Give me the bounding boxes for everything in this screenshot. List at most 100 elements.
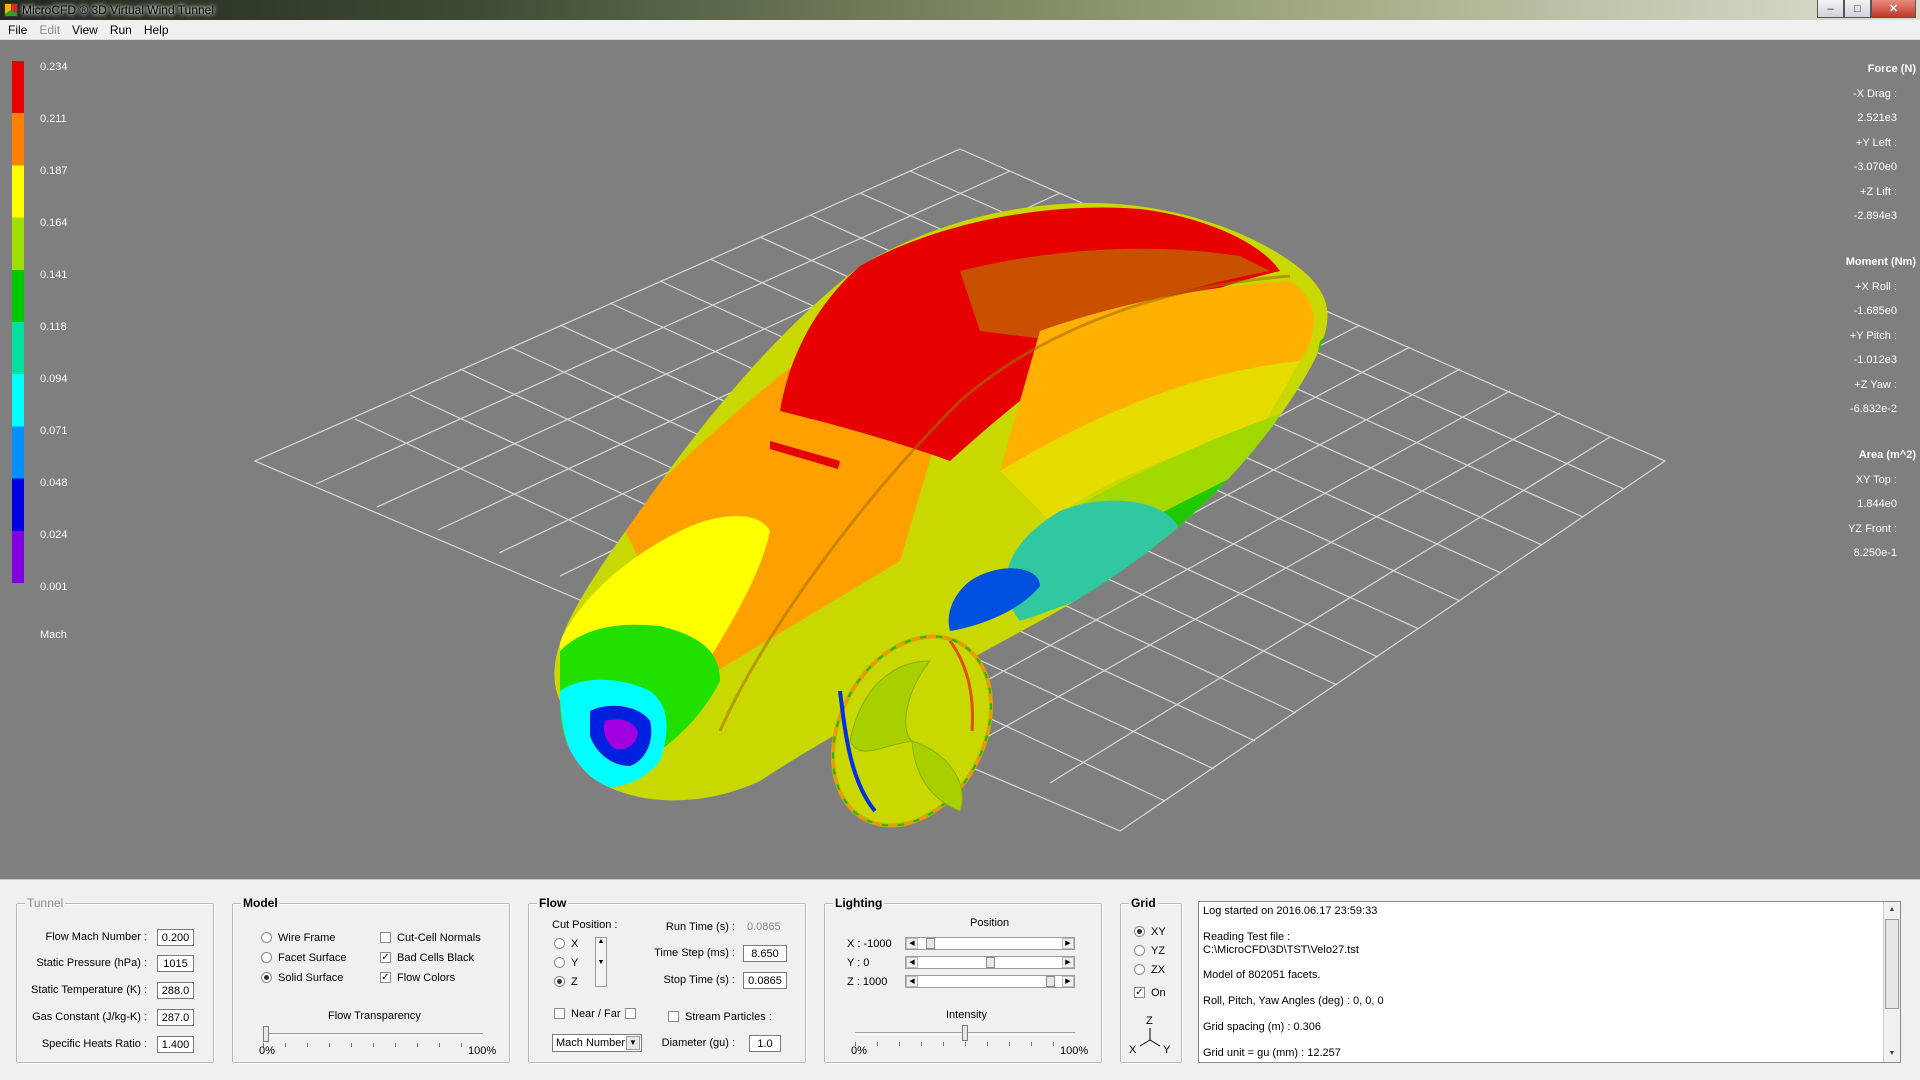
legend-label: 0.164 [40, 217, 68, 229]
near-far-checkbox[interactable] [554, 1008, 565, 1019]
slider-thumb[interactable] [1046, 976, 1055, 987]
close-button[interactable]: ✕ [1871, 0, 1916, 18]
cut-x-radio[interactable] [554, 938, 565, 949]
flow-title: Flow [537, 896, 569, 910]
grid-on-checkbox[interactable]: ✓ [1134, 987, 1145, 998]
time-step-input[interactable] [743, 945, 787, 962]
light-x-slider[interactable]: ◀ ▶ [905, 937, 1075, 950]
scene-canvas[interactable] [0, 41, 1920, 879]
legend-label: 0.118 [40, 321, 67, 333]
cut-position-label: Cut Position : [552, 919, 618, 931]
left-label: +Y Left : [1855, 137, 1897, 149]
menu-edit[interactable]: Edit [39, 23, 60, 37]
solid-surface-label[interactable]: Solid Surface [278, 972, 343, 984]
maximize-button[interactable]: □ [1844, 0, 1871, 18]
slider-thumb[interactable] [263, 1026, 269, 1042]
facet-surface-label[interactable]: Facet Surface [278, 952, 346, 964]
legend-label: 0.001 [40, 581, 68, 593]
scroll-left-arrow-icon[interactable]: ◀ [906, 976, 918, 987]
cut-y-radio[interactable] [554, 957, 565, 968]
cut-position-spinner[interactable]: ▲ ▼ [595, 937, 607, 987]
wire-frame-radio[interactable] [261, 932, 272, 943]
scroll-left-arrow-icon[interactable]: ◀ [906, 957, 918, 968]
cut-x-label[interactable]: X [571, 938, 578, 950]
heats-ratio-input[interactable] [157, 1036, 194, 1053]
slider-thumb[interactable] [926, 938, 935, 949]
bad-cells-black-checkbox[interactable]: ✓ [380, 952, 391, 963]
scroll-right-arrow-icon[interactable]: ▶ [1062, 938, 1074, 949]
facet-surface-radio[interactable] [261, 952, 272, 963]
grid-xy-radio[interactable] [1134, 926, 1145, 937]
chevron-down-icon[interactable]: ▼ [626, 1036, 640, 1050]
legend-label: 0.024 [40, 529, 68, 541]
cut-z-radio[interactable] [554, 976, 565, 987]
pitch-value: -1.012e3 [1853, 354, 1897, 366]
log-line: Reading Test file : [1203, 931, 1291, 943]
minimize-button[interactable]: – [1817, 0, 1844, 18]
temperature-input[interactable] [157, 982, 194, 999]
flow-colors-label[interactable]: Flow Colors [397, 972, 455, 984]
cut-z-label[interactable]: Z [571, 976, 578, 988]
grid-title: Grid [1129, 896, 1158, 910]
grid-on-label[interactable]: On [1151, 987, 1166, 999]
scroll-right-arrow-icon[interactable]: ▶ [1062, 957, 1074, 968]
gas-constant-input[interactable] [157, 1009, 194, 1026]
legend-label: 0.071 [40, 425, 68, 437]
legend-label: 0.048 [40, 477, 68, 489]
run-time-value: 0.0865 [747, 921, 781, 933]
transparency-max-label: 100% [468, 1045, 497, 1057]
solid-surface-radio[interactable] [261, 972, 272, 983]
grid-zx-radio[interactable] [1134, 964, 1145, 975]
scroll-left-arrow-icon[interactable]: ◀ [906, 938, 918, 949]
3d-viewport[interactable]: 0.234 0.211 0.187 0.164 0.141 0.118 0.09… [0, 41, 1920, 879]
model-group: Model Wire Frame Facet Surface Solid Sur… [232, 896, 510, 1063]
cut-y-label[interactable]: Y [571, 957, 578, 969]
intensity-slider[interactable] [855, 1025, 1075, 1049]
grid-xy-label[interactable]: XY [1151, 926, 1166, 938]
menu-run[interactable]: Run [110, 23, 132, 37]
roll-value: -1.685e0 [1853, 305, 1897, 317]
slider-thumb[interactable] [962, 1025, 968, 1041]
model-title: Model [241, 896, 280, 910]
intensity-label: Intensity [946, 1009, 987, 1021]
light-z-slider[interactable]: ◀ ▶ [905, 975, 1075, 988]
mach-label: Flow Mach Number : [45, 931, 147, 943]
menu-help[interactable]: Help [144, 23, 169, 37]
log-line: C:\MicroCFD\3D\TST\Velo27.tst [1203, 944, 1359, 956]
cut-cell-normals-label[interactable]: Cut-Cell Normals [397, 932, 481, 944]
bad-cells-black-label[interactable]: Bad Cells Black [397, 952, 474, 964]
grid-zx-label[interactable]: ZX [1151, 964, 1165, 976]
slider-thumb[interactable] [986, 957, 995, 968]
menu-view[interactable]: View [72, 23, 98, 37]
yaw-value: -6.832e-2 [1849, 403, 1897, 415]
front-area-value: 8.250e-1 [1853, 547, 1897, 559]
scroll-up-arrow-icon[interactable]: ▲ [1884, 902, 1900, 918]
flow-transparency-slider[interactable] [263, 1026, 483, 1050]
mach-input[interactable] [157, 929, 194, 946]
light-y-slider[interactable]: ◀ ▶ [905, 956, 1075, 969]
top-area-label: XY Top : [1855, 474, 1897, 486]
menu-file[interactable]: File [8, 23, 27, 37]
wire-frame-label[interactable]: Wire Frame [278, 932, 335, 944]
pressure-label: Static Pressure (hPa) : [36, 957, 147, 969]
log-output[interactable]: Log started on 2016.06.17 23:59:33 Readi… [1198, 901, 1901, 1063]
scroll-right-arrow-icon[interactable]: ▶ [1062, 976, 1074, 987]
flow-variable-select[interactable]: Mach Number ▼ [552, 1034, 642, 1052]
scrollbar-thumb[interactable] [1885, 919, 1899, 1009]
mach-color-scale [12, 61, 24, 583]
stream-particles-checkbox[interactable] [668, 1011, 679, 1022]
grid-yz-radio[interactable] [1134, 945, 1145, 956]
log-scrollbar[interactable]: ▲ ▼ [1883, 902, 1900, 1062]
legend-label: 0.094 [40, 373, 68, 385]
diameter-input[interactable] [749, 1035, 781, 1052]
stream-particles-label[interactable]: Stream Particles : [685, 1011, 772, 1023]
near-far-label[interactable]: Near / Far [571, 1008, 621, 1020]
grid-yz-label[interactable]: YZ [1151, 945, 1165, 957]
pressure-input[interactable] [157, 955, 194, 972]
cut-cell-normals-checkbox[interactable] [380, 932, 391, 943]
lift-label: +Z Lift : [1860, 186, 1897, 198]
flow-colors-checkbox[interactable]: ✓ [380, 972, 391, 983]
scroll-down-arrow-icon[interactable]: ▼ [1884, 1046, 1900, 1062]
stop-time-input[interactable] [743, 972, 787, 989]
near-far-toggle-checkbox[interactable] [625, 1008, 636, 1019]
